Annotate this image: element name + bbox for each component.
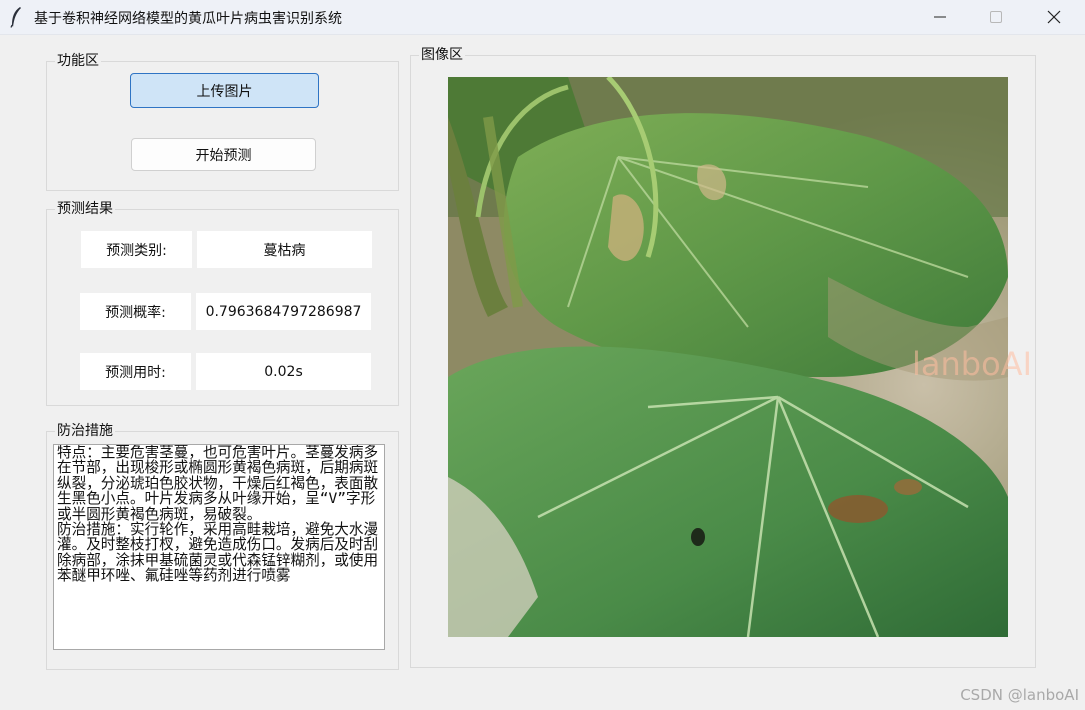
class-label: 预测类别: xyxy=(81,231,192,268)
function-frame-label: 功能区 xyxy=(55,52,101,70)
prevention-textbox[interactable]: 特点：主要危害茎蔓，也可危害叶片。茎蔓发病多在节部，出现梭形或椭圆形黄褐色病斑，… xyxy=(53,444,385,650)
probability-value: 0.7963684797286987 xyxy=(196,293,371,330)
close-icon xyxy=(1047,10,1061,24)
maximize-icon xyxy=(990,11,1002,23)
start-predict-button[interactable]: 开始预测 xyxy=(131,138,316,171)
class-value: 蔓枯病 xyxy=(197,231,372,268)
feather-icon xyxy=(10,7,21,28)
time-label: 预测用时: xyxy=(80,353,191,390)
result-frame-label: 预测结果 xyxy=(55,200,115,218)
upload-image-button[interactable]: 上传图片 xyxy=(130,73,319,108)
minimize-button[interactable] xyxy=(917,0,963,34)
probability-label: 预测概率: xyxy=(80,293,191,330)
window-title: 基于卷积神经网络模型的黄瓜叶片病虫害识别系统 xyxy=(34,11,342,27)
prevention-frame-label: 防治措施 xyxy=(55,422,115,440)
maximize-button[interactable] xyxy=(973,0,1019,34)
close-button[interactable] xyxy=(1031,0,1077,34)
minimize-icon xyxy=(934,16,946,18)
title-bar: 基于卷积神经网络模型的黄瓜叶片病虫害识别系统 xyxy=(0,0,1085,35)
image-frame-label: 图像区 xyxy=(419,46,465,64)
time-value: 0.02s xyxy=(196,353,371,390)
image-watermark: lanboAI xyxy=(912,345,1032,383)
page-watermark: CSDN @lanboAI xyxy=(960,686,1079,704)
